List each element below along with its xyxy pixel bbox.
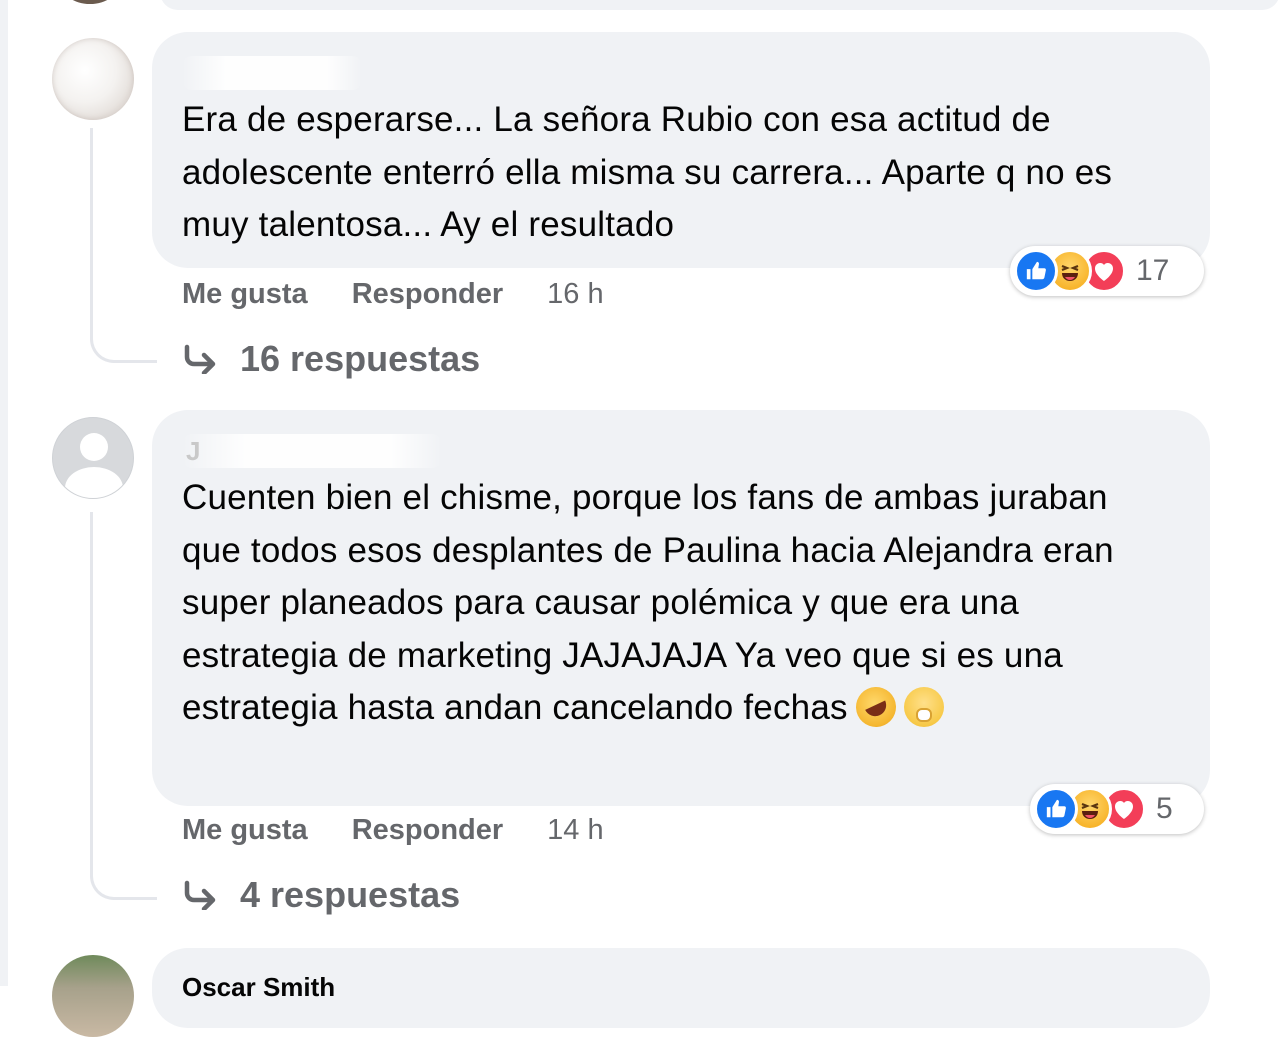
face-with-hand-over-mouth-icon	[903, 687, 944, 727]
rolling-on-floor-laughing-icon	[849, 680, 903, 734]
avatar-body	[65, 467, 123, 498]
comment-timestamp[interactable]: 16 h	[547, 278, 603, 311]
page-left-edge	[0, 0, 8, 986]
comment-author[interactable]: J	[182, 434, 442, 468]
reaction-count: 5	[1156, 792, 1173, 825]
view-replies-button[interactable]: 4 respuestas	[182, 871, 460, 919]
comment-actions: Me gusta Responder 14 h	[182, 810, 604, 850]
reaction-summary[interactable]: 5	[1030, 784, 1204, 834]
comment-text: Cuenten bien el chisme, porque los fans …	[182, 472, 1174, 735]
thread-line	[90, 512, 157, 900]
reply-button[interactable]: Responder	[352, 814, 503, 847]
replies-count-label: 4 respuestas	[240, 874, 461, 915]
like-icon	[1034, 787, 1078, 831]
like-button[interactable]: Me gusta	[182, 814, 308, 847]
reaction-summary[interactable]: 17	[1010, 246, 1204, 296]
comment-bubble: Oscar Smith	[152, 948, 1210, 1028]
like-button[interactable]: Me gusta	[182, 278, 308, 311]
replies-count-label: 16 respuestas	[240, 338, 481, 379]
comment-text: Era de esperarse... La señora Rubio con …	[182, 100, 1113, 244]
previous-comment-bubble	[160, 0, 1280, 10]
reply-arrow-icon	[182, 344, 218, 374]
thread-line	[90, 128, 157, 363]
like-icon	[1014, 249, 1058, 293]
default-avatar-icon[interactable]	[52, 417, 134, 499]
avatar-head	[80, 433, 108, 461]
view-replies-button[interactable]: 16 respuestas	[182, 335, 480, 383]
reply-arrow-icon	[182, 880, 218, 910]
reaction-count: 17	[1136, 254, 1170, 287]
comment-author[interactable]: Oscar Smith	[182, 970, 335, 1004]
avatar[interactable]	[52, 955, 134, 1037]
comment-bubble: J Cuenten bien el chisme, porque los fan…	[152, 410, 1210, 806]
previous-comment-avatar[interactable]	[60, 0, 120, 4]
comment-bubble: Era de esperarse... La señora Rubio con …	[152, 32, 1210, 268]
comment-actions: Me gusta Responder 16 h	[182, 274, 604, 314]
comment-timestamp[interactable]: 14 h	[547, 814, 603, 847]
comment-text-body: Cuenten bien el chisme, porque los fans …	[182, 478, 1114, 727]
reply-button[interactable]: Responder	[352, 278, 503, 311]
avatar[interactable]	[52, 38, 134, 120]
comment-author[interactable]	[182, 56, 362, 90]
